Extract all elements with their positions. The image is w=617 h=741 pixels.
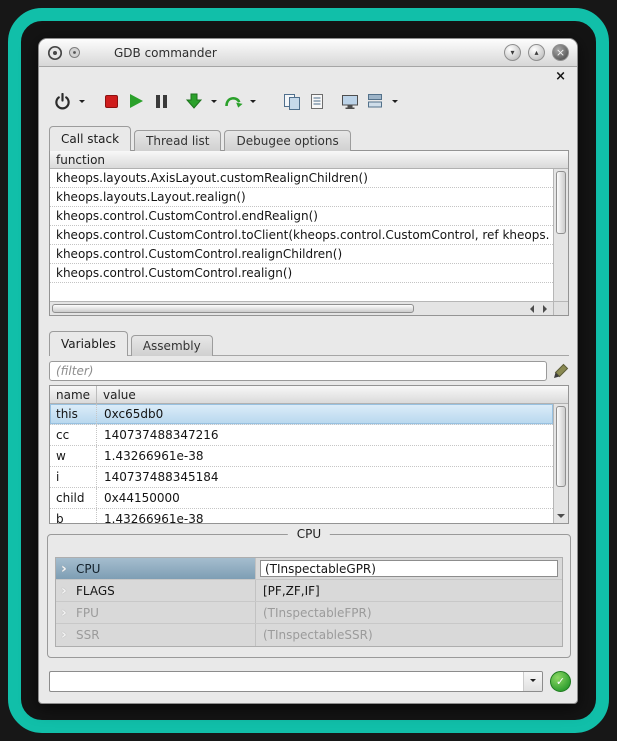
vertical-scrollbar[interactable] [553, 404, 568, 523]
editors-button[interactable] [281, 89, 303, 113]
cpu-groupbox-title: CPU [288, 527, 330, 541]
chevron-down-icon [211, 100, 217, 106]
column-header-value[interactable]: value [97, 386, 568, 404]
cpu-row[interactable]: ›CPU [56, 558, 562, 580]
scrollbar-thumb[interactable] [556, 406, 566, 487]
power-button[interactable] [51, 89, 73, 113]
scroll-right-button[interactable] [538, 302, 553, 315]
step-into-dropdown-button[interactable] [208, 89, 219, 113]
cpu-row[interactable]: ›FLAGS [PF,ZF,IF] [56, 580, 562, 602]
scroll-down-button[interactable] [554, 510, 568, 523]
titlebar[interactable]: GDB commander ▾ ▴ × [39, 39, 577, 67]
scroll-left-button[interactable] [523, 302, 538, 315]
variables-list: this 0xc65db0 cc 140737488347216 w 1.432… [50, 404, 553, 523]
scrollbar-thumb[interactable] [556, 171, 566, 234]
callstack-row[interactable]: kheops.layouts.AxisLayout.customRealignC… [50, 169, 553, 188]
step-over-button[interactable] [222, 89, 244, 113]
variable-row[interactable]: this 0xc65db0 [50, 404, 553, 425]
pause-icon [156, 95, 167, 108]
expander-icon[interactable]: › [61, 628, 76, 642]
chevron-down-icon [392, 100, 398, 106]
combobox-dropdown-button[interactable] [523, 672, 542, 691]
power-icon [54, 93, 71, 110]
callstack-row[interactable]: kheops.control.CustomControl.endRealign(… [50, 207, 553, 226]
chevron-down-icon [530, 679, 536, 685]
views-dropdown-button[interactable] [389, 89, 400, 113]
stop-button[interactable] [100, 89, 122, 113]
target-monitor-icon [341, 93, 359, 110]
variable-row[interactable]: cc 140737488347216 [50, 425, 553, 446]
variable-row[interactable]: b 1.43266961e-38 [50, 509, 553, 523]
app-icon[interactable] [47, 45, 63, 61]
cpu-row[interactable]: ›FPU (TInspectableFPR) [56, 602, 562, 624]
tab-thread-list[interactable]: Thread list [134, 130, 221, 151]
power-dropdown-button[interactable] [76, 89, 87, 113]
variable-row[interactable]: i 140737488345184 [50, 467, 553, 488]
scrollbar-corner [553, 301, 568, 315]
pause-button[interactable] [150, 89, 172, 113]
window-title: GDB commander [114, 46, 217, 60]
bottom-tabbar: Variables Assembly [49, 331, 216, 356]
tab-call-stack[interactable]: Call stack [49, 126, 131, 151]
tab-assembly[interactable]: Assembly [131, 335, 213, 356]
callstack-row[interactable]: kheops.control.CustomControl.toClient(kh… [50, 226, 553, 245]
target-monitor-button[interactable] [339, 89, 361, 113]
play-icon [130, 94, 143, 108]
stop-icon [105, 95, 118, 108]
minimize-button[interactable]: ▾ [504, 44, 521, 61]
expander-icon[interactable]: › [61, 562, 76, 576]
cpu-groupbox: CPU ›CPU ›FLAGS [PF,ZF,IF] ›FPU (TInspec… [47, 534, 571, 658]
dock-close-button[interactable]: × [555, 70, 566, 83]
arrow-down-icon [557, 514, 565, 522]
views-icon [367, 93, 384, 109]
expander-icon[interactable]: › [61, 606, 76, 620]
command-input[interactable] [50, 672, 523, 691]
arrow-right-icon [543, 305, 551, 313]
variables-panel: name value this 0xc65db0 cc 140737488347… [49, 385, 569, 524]
step-into-button[interactable] [183, 89, 205, 113]
tab-variables[interactable]: Variables [49, 331, 128, 356]
callstack-list: kheops.layouts.AxisLayout.customRealignC… [50, 169, 553, 301]
cpu-value-editor[interactable] [260, 560, 558, 577]
editors-icon [283, 93, 301, 110]
maximize-button[interactable]: ▴ [528, 44, 545, 61]
confirm-button[interactable]: ✓ [550, 671, 571, 692]
horizontal-scrollbar[interactable] [50, 301, 553, 315]
callstack-row[interactable]: kheops.control.CustomControl.realign() [50, 264, 553, 283]
tab-debugee-options[interactable]: Debugee options [224, 130, 350, 151]
filter-input[interactable] [49, 361, 547, 381]
close-button[interactable]: × [552, 44, 569, 61]
step-over-dropdown-button[interactable] [247, 89, 258, 113]
window-menu-icon[interactable] [68, 46, 81, 59]
chevron-down-icon [79, 100, 85, 106]
top-tabbar: Call stack Thread list Debugee options [49, 126, 354, 151]
chevron-down-icon [250, 100, 256, 106]
step-over-icon [224, 93, 243, 110]
variables-header: name value [50, 386, 568, 404]
step-into-icon [186, 93, 202, 109]
vertical-scrollbar[interactable] [553, 169, 568, 301]
call-stack-panel: function kheops.layouts.AxisLayout.custo… [49, 150, 569, 316]
command-combobox[interactable] [49, 671, 543, 692]
pen-icon[interactable] [552, 362, 570, 380]
list-button[interactable] [306, 89, 328, 113]
views-button[interactable] [364, 89, 386, 113]
callstack-row[interactable]: kheops.control.CustomControl.realignChil… [50, 245, 553, 264]
arrow-left-icon [526, 305, 534, 313]
scrollbar-thumb[interactable] [52, 304, 414, 313]
debug-toolbar [51, 87, 567, 115]
cpu-row[interactable]: ›SSR (TInspectableSSR) [56, 624, 562, 646]
expander-icon[interactable]: › [61, 584, 76, 598]
continue-button[interactable] [125, 89, 147, 113]
list-icon [309, 93, 325, 110]
variable-row[interactable]: w 1.43266961e-38 [50, 446, 553, 467]
variable-row[interactable]: child 0x44150000 [50, 488, 553, 509]
callstack-column-header[interactable]: function [50, 151, 568, 169]
cpu-inspector-grid: ›CPU ›FLAGS [PF,ZF,IF] ›FPU (TInspectabl… [55, 557, 563, 647]
gdb-commander-window: GDB commander ▾ ▴ × × [38, 38, 578, 704]
column-header-name[interactable]: name [50, 386, 97, 404]
callstack-row[interactable]: kheops.layouts.Layout.realign() [50, 188, 553, 207]
